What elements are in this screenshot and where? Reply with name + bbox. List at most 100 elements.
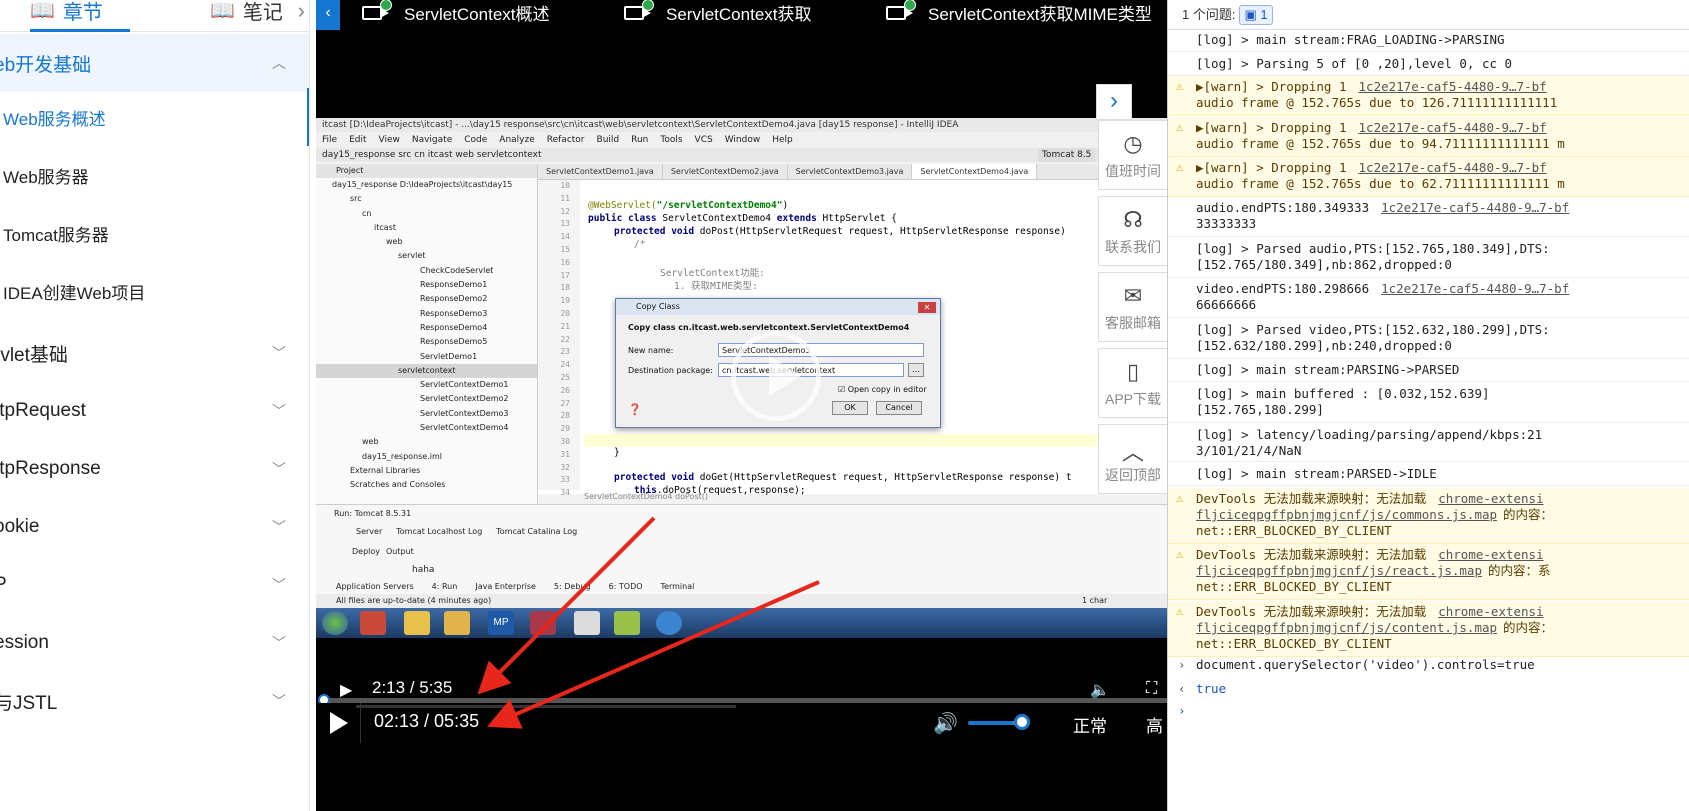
source-link[interactable]: 1c2e217e-caf5-4480-9…7-bf bbox=[1359, 160, 1547, 175]
ide-title-bar: itcast [D:\IdeaProjects\itcast] - ...\da… bbox=[316, 118, 1167, 132]
warning-icon: ⚠ bbox=[1176, 120, 1184, 134]
chapter-session[interactable]: ession﹀ bbox=[0, 614, 309, 672]
console-input[interactable] bbox=[1196, 703, 1676, 721]
project-panel-header: Project bbox=[316, 164, 537, 178]
ide-menu-item: Help bbox=[772, 135, 793, 145]
ide-menu-item: Refactor bbox=[546, 135, 585, 145]
console-message: [log] > Parsed audio,PTS:[152.765,180.34… bbox=[1168, 238, 1689, 278]
volume-handle[interactable] bbox=[1014, 714, 1030, 730]
tree-node: day15_response D:\IdeaProjects\itcast\da… bbox=[332, 180, 513, 189]
issues-badge[interactable]: ▣ 1 bbox=[1239, 5, 1273, 25]
destination-package-label: Destination package: bbox=[628, 366, 713, 375]
chapter-httpresponse[interactable]: ttpResponse ﹀ bbox=[0, 440, 309, 498]
section-web-service-overview[interactable]: Web服务概述 bbox=[0, 88, 309, 146]
tab-chapters[interactable]: 📖 章节 bbox=[30, 0, 103, 25]
chapter-httprequest[interactable]: ttpRequest ﹀ bbox=[0, 382, 309, 440]
section-tomcat-server[interactable]: Tomcat服务器 bbox=[0, 204, 309, 262]
run-panel: Run: Tomcat 8.5.31 Server Tomcat Localhos… bbox=[316, 504, 1167, 604]
ide-menu-item: Navigate bbox=[411, 135, 453, 145]
chevron-right-icon[interactable]: › bbox=[298, 0, 305, 24]
source-link[interactable]: 1c2e217e-caf5-4480-9…7-bf bbox=[1381, 200, 1569, 215]
console-message: [log] > main buffered : [0.032,152.639][… bbox=[1168, 383, 1689, 423]
intellij-icon bbox=[530, 611, 556, 635]
source-link[interactable]: chrome-extensi bbox=[1438, 547, 1543, 562]
ide-menu-item: Build bbox=[596, 135, 620, 145]
warning-icon: ⚠ bbox=[1176, 491, 1184, 505]
lesson-link-3[interactable]: ServletContext获取MIME类型 bbox=[886, 0, 1152, 25]
open-copy-checkbox: ☑ Open copy in editor bbox=[838, 385, 927, 394]
native-time-display: 2:13 / 5:35 bbox=[372, 678, 453, 697]
tool-window-tabs: Application Servers 4: Run Java Enterprise… bbox=[336, 582, 695, 591]
dialog-title: Copy Class bbox=[616, 299, 940, 315]
chevron-down-icon: ﹀ bbox=[272, 345, 286, 361]
video-camera-icon bbox=[624, 0, 654, 20]
chapter-web-basics[interactable]: eb开发基础 ︿ bbox=[0, 34, 309, 92]
video-camera-icon bbox=[886, 0, 916, 20]
chevron-down-icon: ﹀ bbox=[272, 519, 286, 535]
chapter-jsp[interactable]: P﹀ bbox=[0, 556, 309, 614]
back-arrow-icon[interactable]: ‹ bbox=[316, 0, 340, 30]
contact-us-button[interactable]: ☊ 联系我们 bbox=[1098, 196, 1167, 266]
lesson-link-1[interactable]: ServletContext概述 bbox=[362, 0, 550, 25]
source-link[interactable]: 1c2e217e-caf5-4480-9…7-bf bbox=[1359, 79, 1547, 94]
player-time-display: 02:13 / 05:35 bbox=[374, 711, 480, 731]
input-chevron-icon: › bbox=[1178, 703, 1186, 718]
console-message: [log] > Parsing 5 of [0 ,20],level 0, cc… bbox=[1168, 53, 1689, 76]
tree-node: itcast bbox=[374, 222, 396, 232]
ide-menu-item: Run bbox=[631, 135, 649, 145]
source-link[interactable]: chrome-extensi bbox=[1438, 604, 1543, 619]
headset-icon: ☊ bbox=[1123, 207, 1143, 232]
native-play-icon[interactable]: ▶ bbox=[340, 680, 352, 700]
result-chevron-icon: ‹ bbox=[1178, 681, 1186, 696]
chapter-cookie[interactable]: ookie﹀ bbox=[0, 498, 309, 556]
quality-button[interactable]: 高 bbox=[1146, 712, 1163, 737]
video-title-bar: ‹ ServletContext概述 ServletContext获取 Serv… bbox=[316, 0, 1167, 30]
browse-button: … bbox=[908, 363, 924, 377]
project-tree: Project day15_response D:\IdeaProjects\i… bbox=[316, 164, 538, 504]
notebook-icon: 📖 bbox=[210, 0, 235, 22]
help-icon: ❓ bbox=[628, 403, 642, 416]
service-email-button[interactable]: ✉ 客服邮箱 bbox=[1098, 272, 1167, 342]
tree-node: ResponseDemo4 bbox=[420, 322, 488, 332]
native-volume-icon[interactable]: 🔈 bbox=[1090, 680, 1110, 700]
ide-menu-item: Edit bbox=[349, 135, 367, 145]
section-web-server[interactable]: Web服务器 bbox=[0, 146, 309, 204]
editor-tabs: ServletContextDemo1.java ServletContextD… bbox=[538, 164, 1167, 180]
source-link[interactable]: 1c2e217e-caf5-4480-9…7-bf bbox=[1359, 120, 1547, 135]
tree-node: ServletContextDemo2 bbox=[420, 394, 509, 404]
tree-node: ResponseDemo1 bbox=[420, 280, 488, 290]
ok-button: OK bbox=[832, 401, 868, 415]
cancel-button: Cancel bbox=[876, 401, 922, 415]
fullscreen-icon[interactable]: ⛶ bbox=[1146, 680, 1157, 698]
playback-speed-button[interactable]: 正常 bbox=[1073, 712, 1107, 737]
chevron-down-icon: ﹀ bbox=[272, 693, 286, 709]
chapter-servlet-basics[interactable]: rvlet基础 ﹀ bbox=[0, 324, 309, 382]
tree-node: servletcontext bbox=[316, 363, 537, 379]
ide-menu-item: File bbox=[322, 135, 338, 145]
video-player[interactable]: ‹ ServletContext概述 ServletContext获取 Serv… bbox=[316, 0, 1167, 811]
chevron-up-icon: ︿ bbox=[1121, 440, 1144, 465]
app-download-button[interactable]: ▯ APP下载 bbox=[1098, 348, 1167, 418]
big-play-icon[interactable] bbox=[731, 331, 821, 421]
ide-status-bar: All files are up-to-date (4 minutes ago)… bbox=[316, 594, 1167, 608]
source-link[interactable]: 1c2e217e-caf5-4480-9…7-bf bbox=[1381, 281, 1569, 296]
play-icon[interactable] bbox=[330, 712, 348, 734]
duty-time-button[interactable]: ◷ 值班时间 bbox=[1098, 120, 1167, 190]
tab-notes[interactable]: 📖 笔记 bbox=[210, 0, 283, 25]
start-icon bbox=[322, 611, 348, 635]
chevron-down-icon: ﹀ bbox=[272, 403, 286, 419]
chapter-el-jstl[interactable]: 与JSTL ﹀ bbox=[0, 672, 309, 730]
lesson-link-2[interactable]: ServletContext获取 bbox=[624, 0, 812, 25]
source-link[interactable]: chrome-extensi bbox=[1438, 491, 1543, 506]
player-progress-track[interactable] bbox=[356, 705, 736, 708]
tree-node: day15_response.iml bbox=[362, 451, 443, 461]
back-to-top-button[interactable]: ︿ 返回顶部 bbox=[1098, 424, 1167, 494]
volume-icon[interactable]: 🔊 bbox=[933, 711, 958, 736]
mail-icon: ✉ bbox=[1123, 283, 1143, 308]
section-idea-web-project[interactable]: IDEA创建Web项目 bbox=[0, 262, 309, 320]
issues-bar[interactable]: 1 个问题: ▣ 1 bbox=[1168, 0, 1689, 30]
ide-menu-item: Tools bbox=[660, 135, 683, 145]
active-tab-indicator bbox=[30, 29, 130, 32]
player-control-bar: 02:13 / 05:35 🔊 正常 高 bbox=[316, 703, 1167, 743]
tree-node: Scratches and Consoles bbox=[350, 480, 446, 490]
